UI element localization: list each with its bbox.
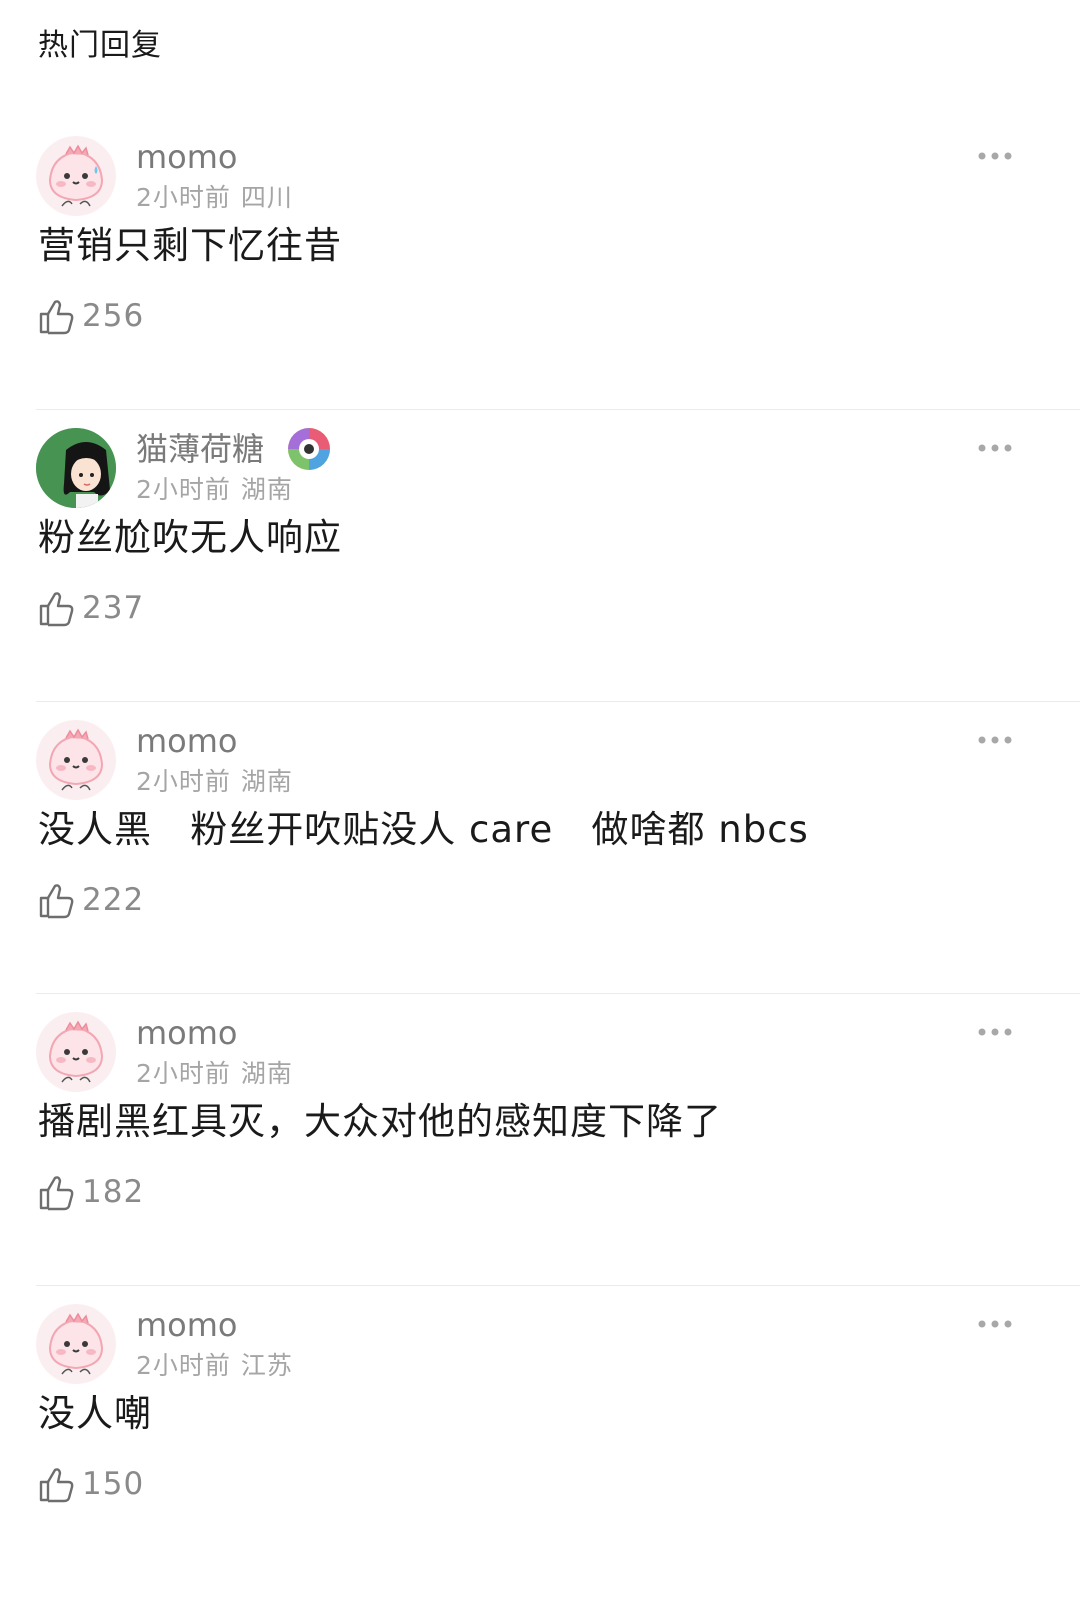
comment-location: 四川 <box>240 183 293 212</box>
like-button[interactable]: 222 <box>38 878 144 922</box>
avatar[interactable] <box>36 428 116 508</box>
comment-time: 2小时前 <box>136 1351 231 1380</box>
more-options-icon[interactable] <box>970 726 1020 754</box>
more-options-icon[interactable] <box>970 434 1020 462</box>
comment-item: momo 2小时前 四川 营销只剩下忆往昔 256 <box>0 118 1080 410</box>
colorful-badge-icon <box>288 428 330 470</box>
pink-monster-avatar-icon <box>36 1012 116 1092</box>
like-button[interactable]: 150 <box>38 1462 144 1506</box>
pink-monster-avatar-icon <box>36 720 116 800</box>
comment-location: 湖南 <box>240 767 293 796</box>
comment-item: momo 2小时前 江苏 没人嘲 150 <box>0 1286 1080 1578</box>
comment-text: 没人黑 粉丝开吹贴没人 care 做啥都 nbcs <box>38 808 809 851</box>
comment-item: momo 2小时前 湖南 播剧黑红具灭，大众对他的感知度下降了 182 <box>0 994 1080 1286</box>
thumbs-up-icon <box>39 300 74 335</box>
comment-text: 没人嘲 <box>38 1392 152 1435</box>
pink-monster-avatar-icon <box>36 1304 116 1384</box>
comment-text: 营销只剩下忆往昔 <box>38 224 342 267</box>
like-count: 256 <box>82 298 145 334</box>
comment-time: 2小时前 <box>136 475 231 504</box>
avatar[interactable] <box>36 1304 116 1384</box>
avatar[interactable] <box>36 1012 116 1092</box>
avatar[interactable] <box>36 136 116 216</box>
like-count: 237 <box>82 590 145 626</box>
like-button[interactable]: 256 <box>38 294 144 338</box>
avatar[interactable] <box>36 720 116 800</box>
comment-item: 猫薄荷糖 2小时前 湖南 粉丝尬吹无人响应 237 <box>0 410 1080 702</box>
comment-text: 粉丝尬吹无人响应 <box>38 516 342 559</box>
comment-location: 湖南 <box>240 1059 293 1088</box>
thumbs-up-icon <box>39 592 74 627</box>
comment-location: 江苏 <box>240 1351 293 1380</box>
username[interactable]: momo <box>136 136 238 178</box>
comment-time: 2小时前 <box>136 767 231 796</box>
thumbs-up-icon <box>39 1176 74 1211</box>
more-options-icon[interactable] <box>970 1018 1020 1046</box>
comment-item: momo 2小时前 湖南 没人黑 粉丝开吹贴没人 care 做啥都 nbcs 22… <box>0 702 1080 994</box>
like-count: 222 <box>82 882 145 918</box>
username[interactable]: momo <box>136 1304 238 1346</box>
more-options-icon[interactable] <box>970 1310 1020 1338</box>
comment-text: 播剧黑红具灭，大众对他的感知度下降了 <box>38 1100 722 1143</box>
like-count: 182 <box>82 1174 145 1210</box>
comment-time: 2小时前 <box>136 1059 231 1088</box>
comment-meta: 2小时前 湖南 <box>136 1058 293 1090</box>
comment-meta: 2小时前 湖南 <box>136 766 293 798</box>
comment-location: 湖南 <box>240 475 293 504</box>
section-title-hot-replies: 热门回复 <box>38 28 162 63</box>
username[interactable]: momo <box>136 720 238 762</box>
thumbs-up-icon <box>39 1468 74 1503</box>
more-options-icon[interactable] <box>970 142 1020 170</box>
comment-meta: 2小时前 四川 <box>136 182 293 214</box>
comment-meta: 2小时前 江苏 <box>136 1350 293 1382</box>
girl-avatar-icon <box>36 428 116 508</box>
username[interactable]: momo <box>136 1012 238 1054</box>
pink-monster-avatar-icon <box>36 136 116 216</box>
like-count: 150 <box>82 1466 145 1502</box>
like-button[interactable]: 182 <box>38 1170 144 1214</box>
comment-meta: 2小时前 湖南 <box>136 474 293 506</box>
like-button[interactable]: 237 <box>38 586 144 630</box>
thumbs-up-icon <box>39 884 74 919</box>
comment-time: 2小时前 <box>136 183 231 212</box>
username[interactable]: 猫薄荷糖 <box>136 428 264 470</box>
